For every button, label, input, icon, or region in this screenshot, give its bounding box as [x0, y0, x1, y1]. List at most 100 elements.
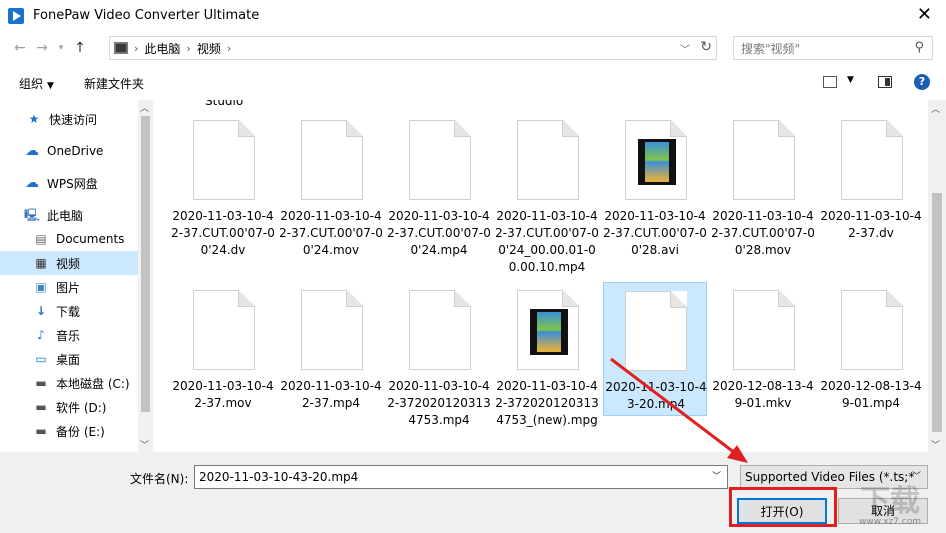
file-name: 2020-11-03-10-43-20.mp4 [605, 380, 707, 411]
chevron-right-icon: › [186, 41, 191, 55]
document-icon: ▤ [35, 232, 47, 246]
film-strip-icon [638, 139, 676, 185]
file-name: 2020-11-03-10-42-37.CUT.00'07-00'24.dv [171, 209, 275, 257]
video-file-icon [625, 120, 687, 200]
sidebar-item-pictures[interactable]: ▣ 图片 [0, 275, 138, 299]
file-name: 2020-11-03-10-42-3720201203134753.mp4 [387, 379, 491, 427]
address-bar[interactable]: › 此电脑 › 视频 › ﹀ ↻ [109, 36, 717, 60]
scroll-up-icon[interactable]: ︿ [140, 101, 149, 114]
file-icon [841, 290, 903, 370]
file-item[interactable]: 2020-11-03-10-42-37.CUT.00'07-00'24.mov [279, 110, 383, 280]
file-item[interactable]: 2020-11-03-10-42-37.CUT.00'07-00'28.mov [711, 110, 815, 280]
drive-icon: ▬ [35, 400, 47, 414]
file-item[interactable]: 2020-11-03-10-42-37.CUT.00'07-00'24_00.0… [495, 110, 599, 280]
chevron-right-icon: › [226, 41, 232, 55]
sidebar-item-quick-access[interactable]: ★ 快速访问 [0, 107, 138, 131]
content-scroll-thumb[interactable] [932, 193, 942, 432]
chevron-down-icon[interactable]: ▼ [847, 75, 854, 85]
file-icon [733, 120, 795, 200]
file-name: 2020-12-08-13-49-01.mkv [712, 379, 814, 410]
wps-cloud-icon: ☁ [25, 175, 39, 191]
filename-input[interactable]: 2020-11-03-10-43-20.mp4 ﹀ [194, 465, 728, 489]
filename-label: 文件名(N): [130, 472, 189, 486]
title-bar: FonePaw Video Converter Ultimate ✕ [0, 0, 946, 31]
sidebar-item-desktop[interactable]: ▭ 桌面 [0, 347, 138, 371]
chevron-right-icon: › [134, 41, 139, 55]
view-options-icon[interactable] [823, 76, 837, 88]
partial-file-label: Studio [205, 100, 244, 108]
file-icon [193, 120, 255, 200]
file-item[interactable]: 2020-11-03-10-42-3720201203134753.mp4 [387, 280, 491, 450]
filename-value: 2020-11-03-10-43-20.mp4 [199, 470, 359, 484]
sidebar-item-downloads[interactable]: ↓ 下载 [0, 299, 138, 323]
sidebar-scroll-thumb[interactable] [141, 116, 150, 412]
breadcrumb-this-pc[interactable]: 此电脑 [144, 40, 180, 57]
navigation-pane: ★ 快速访问 ☁ OneDrive ☁ WPS网盘 🖳 此电脑 ▤ Documents ▦… [0, 100, 153, 452]
file-item[interactable]: 2020-11-03-10-42-37.mp4 [279, 280, 383, 450]
file-item[interactable]: 2020-11-03-10-42-37.mov [171, 280, 275, 450]
file-name: 2020-11-03-10-42-37.dv [820, 209, 922, 240]
refresh-icon[interactable]: ↻ [700, 39, 712, 55]
drive-icon: ▬ [35, 424, 47, 438]
download-icon: ↓ [35, 304, 47, 318]
window-title: FonePaw Video Converter Ultimate [33, 8, 260, 23]
file-name: 2020-12-08-13-49-01.mp4 [820, 379, 922, 410]
annotation-highlight-box [729, 487, 837, 527]
search-input[interactable]: 搜索"视频" ⚲ [733, 36, 933, 60]
file-item[interactable]: 2020-11-03-10-42-37.CUT.00'07-00'24.mp4 [387, 110, 491, 280]
video-folder-icon [114, 42, 128, 54]
film-strip-icon [530, 309, 568, 355]
file-icon [409, 290, 471, 370]
sidebar-item-onedrive[interactable]: ☁ OneDrive [0, 139, 138, 163]
sidebar-item-drive-c[interactable]: ▬ 本地磁盘 (C:) [0, 371, 138, 395]
scroll-down-icon[interactable]: ﹀ [931, 438, 940, 451]
file-item[interactable]: 2020-11-03-10-42-3720201203134753_(new).… [495, 280, 599, 450]
file-item[interactable]: 2020-12-08-13-49-01.mkv [711, 280, 815, 450]
file-item[interactable]: 2020-11-03-10-42-37.CUT.00'07-00'24.dv [171, 110, 275, 280]
image-icon: ▣ [35, 280, 47, 294]
file-name: 2020-11-03-10-42-37.CUT.00'07-00'28.avi [603, 209, 707, 257]
file-icon [193, 290, 255, 370]
file-item[interactable]: 2020-12-08-13-49-01.mp4 [819, 280, 923, 450]
back-arrow-icon[interactable]: ← [9, 37, 31, 59]
chevron-down-icon[interactable]: ﹀ [712, 466, 721, 488]
file-name: 2020-11-03-10-42-37.CUT.00'07-00'24.mov [279, 209, 383, 257]
file-icon [301, 120, 363, 200]
scroll-down-icon[interactable]: ﹀ [140, 438, 149, 451]
up-arrow-icon[interactable]: ↑ [69, 37, 91, 59]
sidebar-item-wps[interactable]: ☁ WPS网盘 [0, 171, 138, 195]
search-placeholder: 搜索"视频" [741, 41, 801, 56]
drive-icon: ▬ [35, 376, 47, 390]
search-icon[interactable]: ⚲ [914, 40, 924, 55]
sidebar-item-drive-d[interactable]: ▬ 软件 (D:) [0, 395, 138, 419]
sidebar-item-music[interactable]: ♪ 音乐 [0, 323, 138, 347]
recent-locations-icon[interactable]: ▾ [53, 37, 69, 59]
new-folder-button[interactable]: 新建文件夹 [84, 75, 144, 92]
file-name: 2020-11-03-10-42-37.mp4 [280, 379, 382, 410]
chevron-down-icon[interactable]: ﹀ [680, 41, 690, 56]
forward-arrow-icon[interactable]: → [31, 37, 53, 59]
computer-icon: 🖳 [24, 208, 41, 222]
help-icon[interactable]: ? [914, 74, 930, 90]
file-item[interactable]: 2020-11-03-10-42-37.dv [819, 110, 923, 280]
file-type-value: Supported Video Files (*.ts;* [745, 470, 915, 484]
navigation-bar: ← → ▾ ↑ › 此电脑 › 视频 › ﹀ ↻ 搜索"视频" ⚲ [0, 33, 946, 63]
preview-pane-icon[interactable] [878, 76, 892, 88]
command-toolbar: 组织 ▼ 新建文件夹 ▼ ? [0, 66, 946, 100]
file-icon [625, 291, 687, 371]
file-item[interactable]: 2020-11-03-10-42-37.CUT.00'07-00'28.avi [603, 110, 707, 280]
file-icon [409, 120, 471, 200]
scroll-up-icon[interactable]: ︿ [931, 102, 940, 115]
sidebar-item-videos[interactable]: ▦ 视频 [0, 251, 138, 275]
sidebar-item-drive-e[interactable]: ▬ 备份 (E:) [0, 419, 138, 443]
file-name: 2020-11-03-10-42-37.mov [172, 379, 274, 410]
desktop-icon: ▭ [35, 352, 47, 366]
breadcrumb-videos[interactable]: 视频 [197, 40, 221, 57]
watermark-logo: 下载 [860, 484, 920, 519]
close-icon[interactable]: ✕ [917, 4, 932, 25]
sidebar-item-documents[interactable]: ▤ Documents [0, 227, 138, 251]
sidebar-item-this-pc[interactable]: 🖳 此电脑 [0, 203, 138, 227]
organize-button[interactable]: 组织 ▼ [19, 75, 54, 92]
file-item-selected[interactable]: 2020-11-03-10-43-20.mp4 [603, 282, 707, 416]
file-name: 2020-11-03-10-42-37.CUT.00'07-00'28.mov [711, 209, 815, 257]
